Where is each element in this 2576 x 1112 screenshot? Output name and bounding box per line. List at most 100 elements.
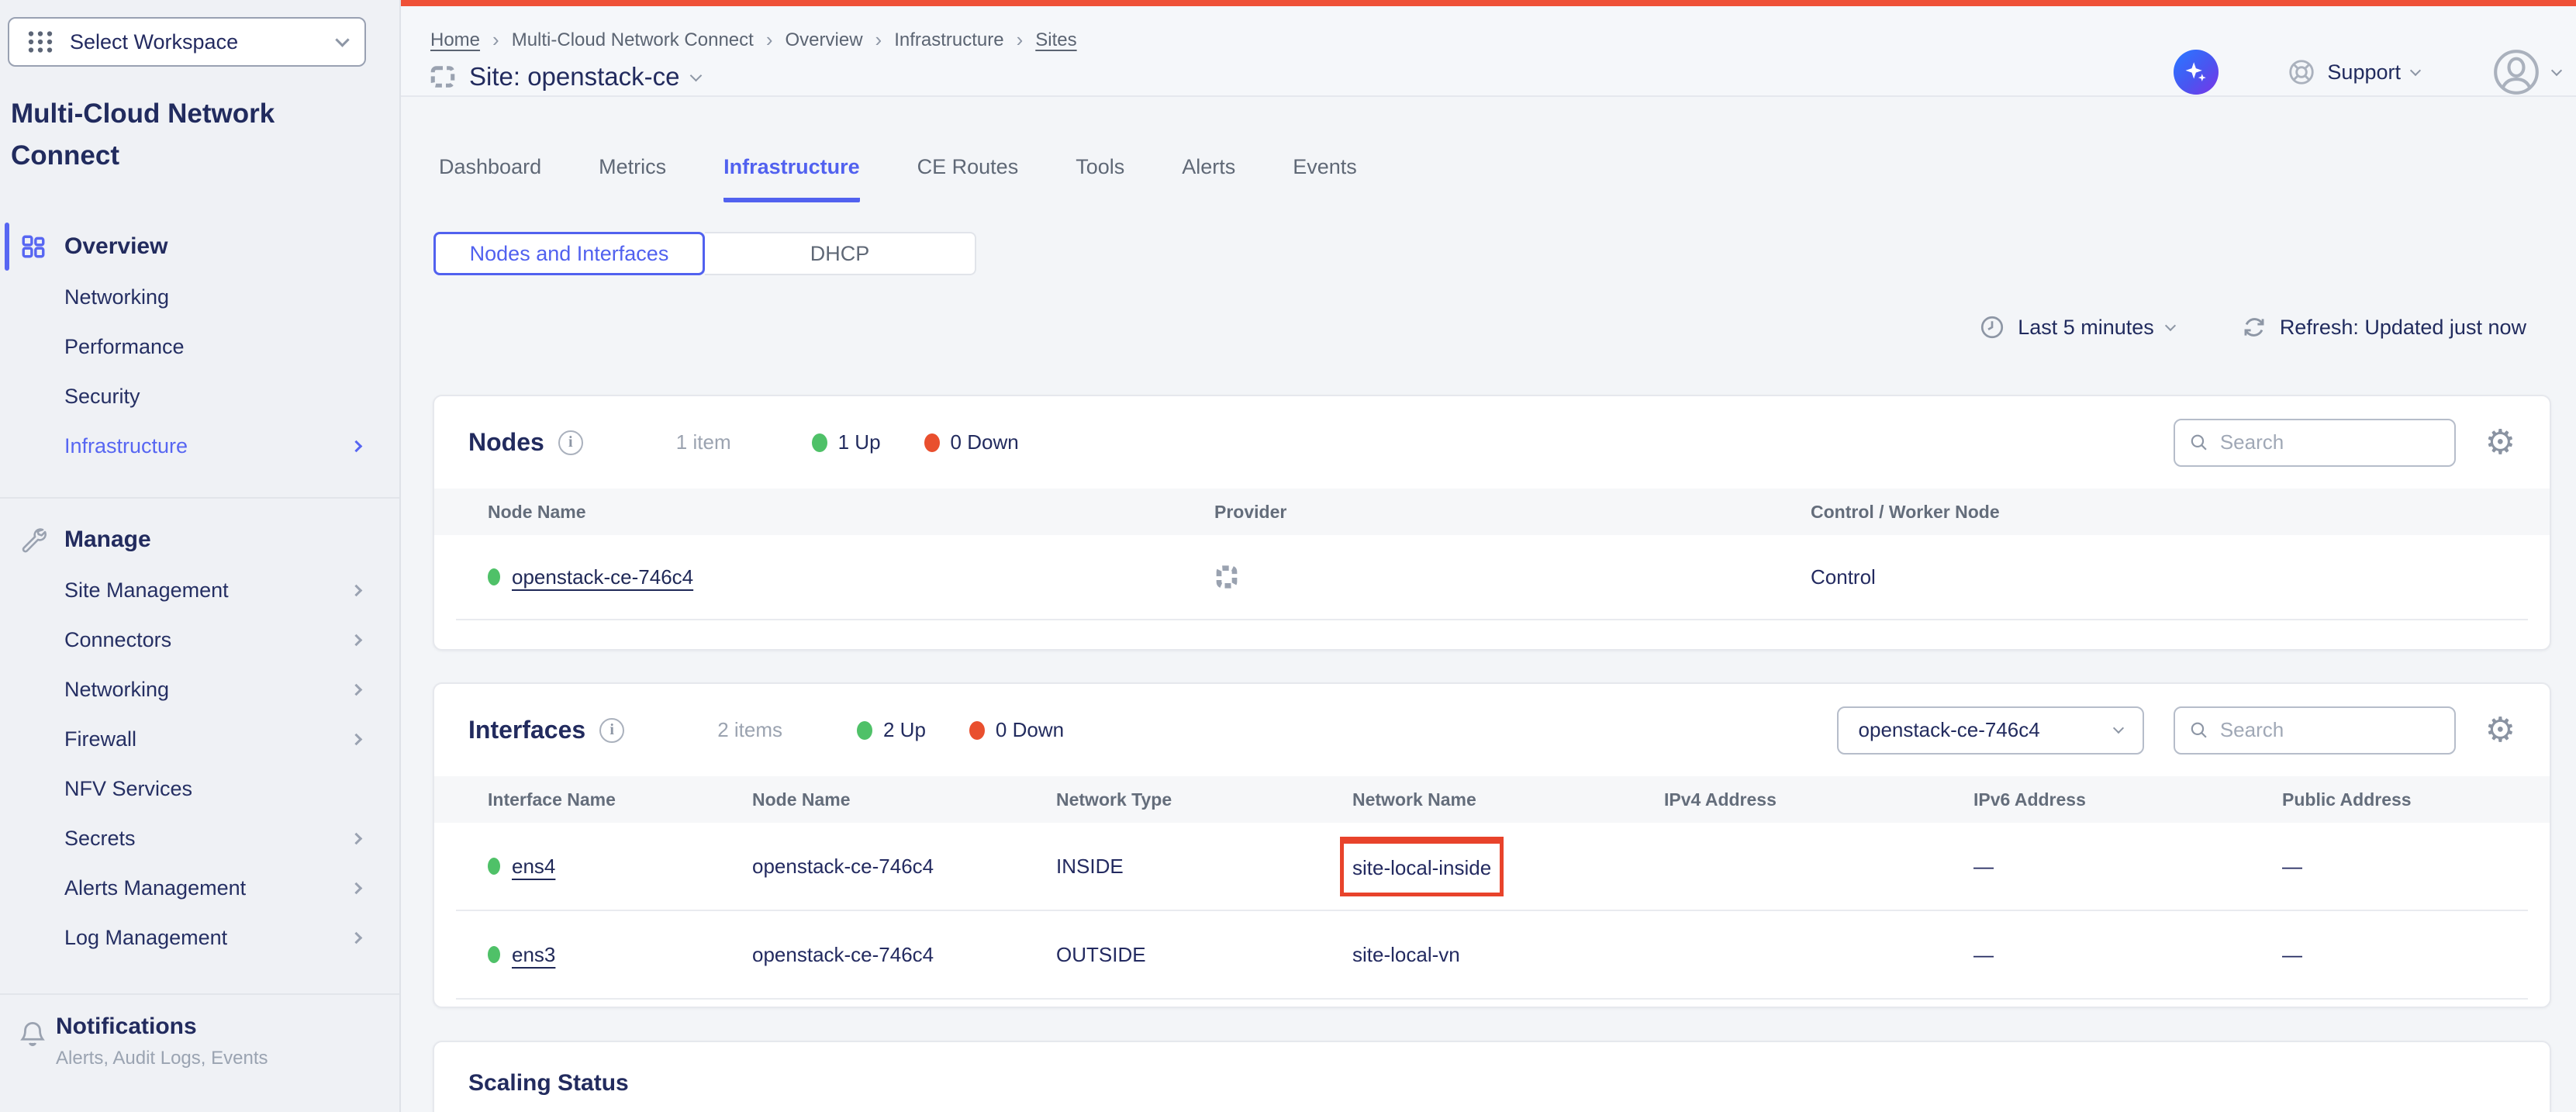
sidebar-item-networking-manage[interactable]: Networking: [0, 665, 399, 714]
sidebar-item-performance[interactable]: Performance: [0, 322, 399, 371]
product-title: Multi-Cloud Network Connect: [11, 93, 388, 178]
sidebar-item-site-management[interactable]: Site Management: [0, 565, 399, 615]
gear-icon[interactable]: ⚙: [2485, 713, 2516, 748]
sidebar-item-label: Connectors: [64, 628, 171, 652]
node-filter-dropdown[interactable]: openstack-ce-746c4: [1837, 706, 2144, 755]
tab-metrics[interactable]: Metrics: [599, 155, 666, 202]
network-name-cell: site-local-inside: [1352, 849, 1664, 884]
gear-icon[interactable]: ⚙: [2485, 426, 2516, 460]
workspace-selector[interactable]: Select Workspace: [8, 17, 366, 67]
breadcrumb-home[interactable]: Home: [430, 29, 480, 51]
site-icon: [429, 63, 457, 91]
nodes-search[interactable]: [2174, 419, 2456, 467]
view-toggle: Nodes and Interfaces DHCP: [433, 232, 976, 275]
search-icon: [2189, 431, 2209, 454]
refresh-status[interactable]: Refresh: Updated just now: [2241, 314, 2526, 340]
sidebar-item-networking[interactable]: Networking: [0, 272, 399, 322]
down-status-label: 0 Down: [951, 430, 1019, 454]
sidebar-item-infrastructure[interactable]: Infrastructure: [0, 421, 399, 471]
chevron-down-icon: [335, 33, 349, 47]
up-status-dot: [812, 433, 827, 452]
sidebar-section-label: Overview: [64, 233, 167, 260]
sidebar-section-manage[interactable]: Manage: [0, 514, 399, 565]
sidebar-item-label: Infrastructure: [64, 434, 188, 458]
network-name-cell: site-local-vn: [1352, 943, 1664, 967]
role-cell: Control: [1811, 565, 2528, 589]
sidebar-item-notifications[interactable]: Notifications Alerts, Audit Logs, Events: [0, 995, 399, 1069]
node-name-cell: openstack-ce-746c4: [752, 943, 1056, 967]
node-filter-value: openstack-ce-746c4: [1859, 718, 2040, 742]
interface-link[interactable]: ens3: [512, 943, 555, 967]
sidebar-item-security[interactable]: Security: [0, 371, 399, 421]
nodes-item-count: 1 item: [676, 430, 731, 454]
chevron-right-icon: [350, 634, 363, 646]
sidebar-item-label: Networking: [64, 285, 169, 309]
tab-ce-routes[interactable]: CE Routes: [917, 155, 1019, 202]
refresh-icon: [2241, 314, 2267, 340]
nodes-table-header: Node Name Provider Control / Worker Node: [434, 489, 2550, 535]
public-address-cell: —: [2282, 855, 2528, 879]
sidebar-item-label: NFV Services: [64, 777, 192, 801]
tab-alerts[interactable]: Alerts: [1182, 155, 1235, 202]
active-section-indicator: [5, 223, 9, 271]
up-status-label: 1 Up: [838, 430, 881, 454]
info-icon[interactable]: i: [599, 718, 624, 743]
toggle-dhcp[interactable]: DHCP: [705, 232, 976, 275]
breadcrumb-separator: ›: [1017, 28, 1024, 52]
chevron-down-icon: [2165, 320, 2176, 331]
support-menu[interactable]: Support: [2287, 57, 2419, 87]
interface-name-cell: ens4: [488, 855, 752, 879]
toggle-nodes-and-interfaces[interactable]: Nodes and Interfaces: [433, 232, 705, 275]
page-header: Home › Multi-Cloud Network Connect › Ove…: [401, 6, 2576, 97]
info-icon[interactable]: i: [558, 430, 583, 455]
sidebar-item-connectors[interactable]: Connectors: [0, 615, 399, 665]
sidebar-item-secrets[interactable]: Secrets: [0, 813, 399, 863]
column-header-network-name: Network Name: [1352, 789, 1664, 810]
nodes-panel: Nodes i 1 item 1 Up 0 Down: [433, 395, 2551, 651]
interfaces-table-header: Interface Name Node Name Network Type Ne…: [434, 776, 2550, 823]
sidebar-item-nfv-services[interactable]: NFV Services: [0, 764, 399, 813]
nodes-panel-header: Nodes i 1 item 1 Up 0 Down: [434, 396, 2550, 489]
column-header-control-worker: Control / Worker Node: [1811, 502, 2550, 523]
table-row: ens4 openstack-ce-746c4 INSIDE site-loca…: [456, 823, 2528, 911]
breadcrumb-infrastructure: Infrastructure: [894, 29, 1003, 51]
sidebar-section-overview[interactable]: Overview: [0, 221, 399, 272]
ai-assistant-button[interactable]: [2174, 50, 2219, 95]
up-status-dot: [488, 568, 500, 585]
nodes-search-input[interactable]: [2220, 430, 2440, 454]
sparkle-icon: [2183, 59, 2209, 85]
tab-dashboard[interactable]: Dashboard: [439, 155, 541, 202]
up-status-dot: [488, 946, 500, 963]
page-title: Site: openstack-ce: [469, 62, 679, 92]
interface-link[interactable]: ens4: [512, 855, 555, 879]
column-header-ipv4: IPv4 Address: [1664, 789, 1973, 810]
sidebar-item-firewall[interactable]: Firewall: [0, 714, 399, 764]
tab-events[interactable]: Events: [1293, 155, 1357, 202]
account-menu[interactable]: [2491, 47, 2560, 98]
breadcrumb-sites[interactable]: Sites: [1035, 29, 1076, 51]
chevron-down-icon: [690, 69, 703, 81]
top-accent-stripe: [401, 0, 2576, 6]
sidebar-item-log-management[interactable]: Log Management: [0, 913, 399, 962]
grid-9-dots-icon: [26, 28, 54, 56]
sidebar-item-alerts-management[interactable]: Alerts Management: [0, 863, 399, 913]
page-title-row[interactable]: Site: openstack-ce: [429, 62, 700, 92]
tab-infrastructure[interactable]: Infrastructure: [723, 155, 860, 202]
refresh-label: Refresh: Updated just now: [2280, 316, 2526, 340]
node-link[interactable]: openstack-ce-746c4: [512, 565, 693, 589]
interfaces-search-input[interactable]: [2220, 718, 2440, 742]
bell-icon: [19, 1020, 47, 1049]
network-type-cell: OUTSIDE: [1056, 943, 1352, 967]
avatar-icon: [2491, 47, 2542, 98]
sidebar-divider: [0, 497, 399, 499]
interfaces-search[interactable]: [2174, 706, 2456, 755]
openstack-provider-icon: [1214, 564, 1239, 590]
down-status-dot: [924, 433, 940, 452]
column-header-node-name: Node Name: [752, 789, 1056, 810]
network-type-cell: INSIDE: [1056, 855, 1352, 879]
breadcrumb-overview: Overview: [786, 29, 863, 51]
column-header-network-type: Network Type: [1056, 789, 1352, 810]
chevron-right-icon: [350, 882, 363, 894]
tab-tools[interactable]: Tools: [1076, 155, 1124, 202]
time-range-selector[interactable]: Last 5 minutes: [1979, 314, 2174, 340]
